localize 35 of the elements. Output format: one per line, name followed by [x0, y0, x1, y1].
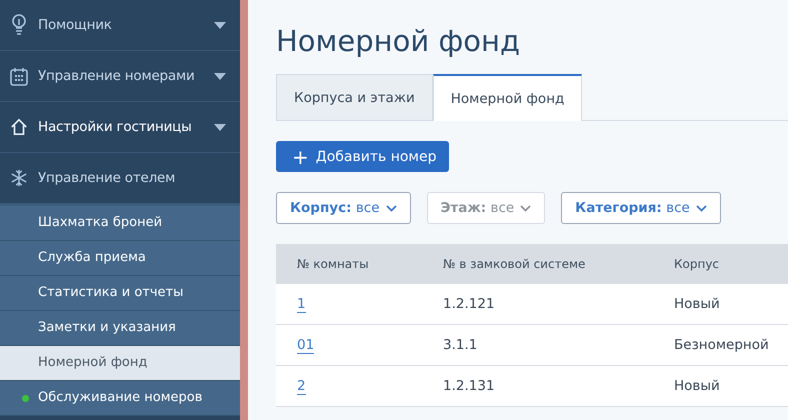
table-cell: 1.2.131: [422, 366, 653, 406]
submenu-item[interactable]: Шахматка броней: [0, 204, 240, 241]
column-header: № комнаты: [276, 244, 422, 284]
room-link[interactable]: 2: [297, 378, 306, 395]
table-cell: 1.2.121: [422, 284, 653, 324]
submenu-item[interactable]: Номерной фонд: [0, 346, 240, 381]
column-header: № в замковой системе: [422, 244, 653, 284]
chevron-down-icon: [520, 204, 532, 212]
menu-item[interactable]: Настройки гостиницы: [0, 102, 240, 153]
submenu-item[interactable]: Служба приема: [0, 241, 240, 276]
room-link[interactable]: 01: [297, 337, 314, 354]
page-title: Номерной фонд: [276, 24, 520, 58]
calendar-icon: [10, 66, 28, 86]
tab[interactable]: Номерной фонд: [432, 74, 582, 121]
plus-icon: +: [292, 146, 309, 166]
table-cell: Новый: [653, 284, 788, 324]
add-room-button[interactable]: + Добавить номер: [276, 141, 450, 172]
house-icon: [10, 117, 28, 137]
filter-dropdown[interactable]: Категория: все: [561, 192, 721, 224]
table-cell: 3.1.1: [422, 324, 653, 366]
table-cell: Новый: [653, 366, 788, 406]
chevron-down-icon: [386, 204, 396, 212]
room-link[interactable]: 1: [297, 296, 306, 313]
table-cell: Безномерной: [653, 324, 788, 366]
lightbulb-icon: [11, 14, 27, 36]
submenu-item[interactable]: Статистика и отчеты: [0, 276, 240, 311]
tab[interactable]: Корпуса и этажи: [276, 74, 433, 120]
column-header: Корпус: [653, 244, 788, 284]
filter-dropdown[interactable]: Корпус: все: [276, 192, 410, 224]
submenu-item[interactable]: Заметки и указания: [0, 311, 240, 346]
chevron-down-icon: [696, 204, 707, 212]
menu-item[interactable]: Помощник: [0, 0, 240, 51]
submenu-item[interactable]: Обслуживание номеров: [0, 381, 240, 416]
menu-item[interactable]: Управление номерами: [0, 51, 240, 102]
snowflake-icon: [10, 168, 28, 188]
